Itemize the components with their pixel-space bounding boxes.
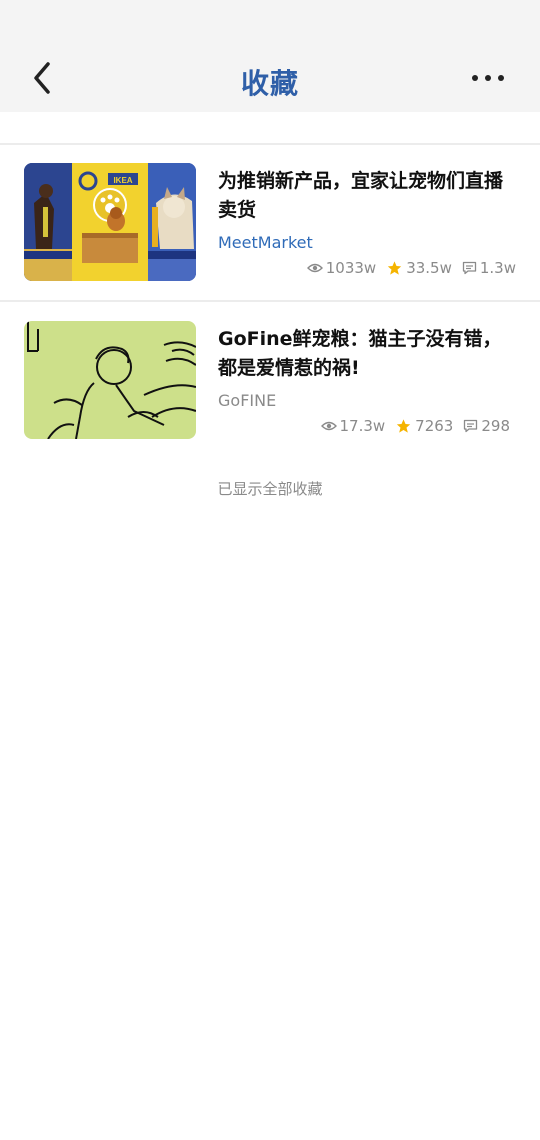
end-of-list-note: 已显示全部收藏 bbox=[217, 480, 323, 498]
divider bbox=[0, 143, 540, 145]
star-icon bbox=[388, 261, 402, 275]
item-title: GoFine鲜宠粮：猫主子没有错，都是爱情惹的祸! bbox=[218, 328, 502, 379]
more-button[interactable] bbox=[466, 64, 510, 92]
favorite-item[interactable]: IKEA 为推销新产品，宜家让宠物们直播卖货 MeetMarket 1033w … bbox=[0, 163, 540, 319]
views-count: 17.3w bbox=[339, 417, 386, 435]
comment-icon bbox=[462, 261, 477, 275]
line-illustration-image bbox=[24, 321, 196, 439]
item-title: 为推销新产品，宜家让宠物们直播卖货 bbox=[218, 170, 504, 221]
top-bar: 收藏 bbox=[0, 0, 540, 112]
views-stat: 17.3w bbox=[320, 417, 386, 435]
ikea-logo-text: IKEA bbox=[113, 176, 132, 185]
item-stats: 17.3w 7263 298 bbox=[311, 417, 510, 435]
item-source[interactable]: MeetMarket bbox=[218, 233, 313, 252]
views-stat: 1033w bbox=[306, 259, 377, 277]
item-source[interactable]: GoFINE bbox=[218, 391, 276, 410]
stars-stat: 33.5w bbox=[386, 259, 452, 277]
more-horizontal-icon bbox=[472, 75, 504, 81]
eye-icon bbox=[306, 263, 323, 273]
comment-icon bbox=[464, 419, 478, 433]
star-icon bbox=[397, 419, 411, 433]
stars-count: 33.5w bbox=[406, 259, 452, 277]
stars-stat: 7263 bbox=[395, 417, 453, 435]
favorite-item[interactable]: GoFine鲜宠粮：猫主子没有错，都是爱情惹的祸! GoFINE 17.3w 7… bbox=[0, 321, 540, 477]
stars-count: 7263 bbox=[415, 417, 454, 435]
comments-count: 1.3w bbox=[479, 259, 516, 277]
eye-icon bbox=[320, 421, 337, 431]
comments-count: 298 bbox=[481, 417, 510, 435]
item-stats: 1033w 33.5w 1.3w bbox=[297, 259, 516, 277]
views-count: 1033w bbox=[325, 259, 377, 277]
divider bbox=[0, 300, 540, 302]
comments-stat: 1.3w bbox=[462, 259, 516, 277]
page-title: 收藏 bbox=[240, 67, 299, 100]
comments-stat: 298 bbox=[463, 417, 510, 435]
ikea-pets-image: IKEA bbox=[24, 163, 196, 281]
